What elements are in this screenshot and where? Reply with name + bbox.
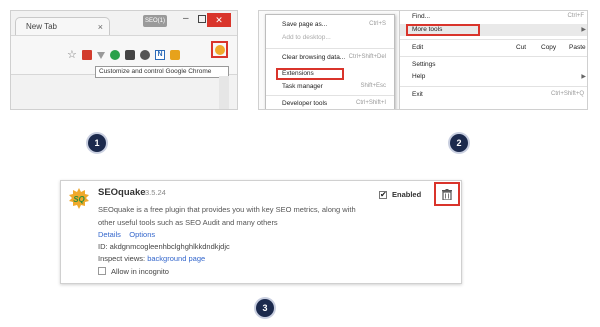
extension-icons: ☆ N — [67, 47, 180, 63]
tab-title: New Tab — [26, 22, 57, 31]
menu-item-label: Task manager — [282, 83, 323, 90]
enabled-label: Enabled — [392, 190, 422, 199]
shortcut-devtools: Ctrl+Shift+I — [355, 100, 386, 106]
menu-item-clear-browsing-data[interactable]: Clear browsing data... — [282, 54, 345, 61]
menu-item-label: Extensions — [282, 70, 314, 77]
incognito-checkbox[interactable] — [98, 267, 106, 275]
window-close-button[interactable]: ✕ — [207, 13, 231, 27]
incognito-label: Allow in incognito — [111, 267, 169, 276]
edit-label: Edit — [412, 44, 424, 51]
background-page-link[interactable]: background page — [147, 254, 205, 263]
menu-divider — [400, 39, 587, 40]
menu-item-find[interactable]: Find... Ctrl+F — [400, 13, 587, 23]
step-badge-2: 2 — [450, 134, 468, 152]
menu-item-extensions[interactable]: Extensions — [282, 70, 314, 77]
seoquake-logo-icon: SQ — [69, 188, 89, 209]
submenu-arrow-icon: ▶ — [581, 74, 586, 80]
extension-card: SQ SEOquake 3.5.24 SEOquake is a free pl… — [60, 180, 462, 284]
copy-button[interactable]: Copy — [541, 44, 556, 51]
enabled-checkbox[interactable]: ✔ — [379, 191, 387, 199]
menu-item-label: Clear browsing data... — [282, 54, 346, 61]
extension-links: Details Options — [98, 230, 155, 239]
more-tools-highlight — [406, 24, 480, 36]
menu-item-exit[interactable]: Exit Ctrl+Shift+Q — [400, 91, 587, 101]
download-icon[interactable] — [97, 51, 105, 59]
menu-item-developer-tools[interactable]: Developer tools — [282, 100, 327, 107]
tab-new-tab[interactable]: New Tab × — [15, 17, 110, 35]
chrome-toolbar-screenshot: New Tab × SEO(1) – ✕ ☆ N Customize and c… — [10, 10, 238, 110]
puzzle-extension-icon[interactable] — [170, 50, 180, 60]
shortcut-task-manager: Shift+Esc — [360, 83, 386, 89]
shortcut-clear-data: Ctrl+Shift+Del — [348, 54, 386, 60]
menu-divider — [400, 86, 587, 87]
seoquake-icon-highlight[interactable] — [211, 41, 228, 58]
tab-close-icon[interactable]: × — [98, 18, 103, 36]
submenu-arrow-icon: ▶ — [581, 27, 586, 33]
svg-text:SQ: SQ — [73, 195, 85, 204]
step-badge-3: 3 — [256, 299, 274, 317]
profile-button[interactable]: SEO(1) — [143, 15, 167, 27]
chrome-main-menu: Find... Ctrl+F More tools ▶ Edit Cut Cop… — [399, 11, 587, 109]
options-link[interactable]: Options — [129, 230, 155, 239]
details-link[interactable]: Details — [98, 230, 121, 239]
inspect-views: Inspect views: background page — [98, 254, 205, 263]
dark-extension-icon[interactable] — [140, 50, 150, 60]
menu-divider — [266, 48, 394, 49]
extension-version: 3.5.24 — [145, 188, 166, 197]
scrollbar[interactable] — [219, 76, 229, 109]
menu-item-help[interactable]: Help ▶ — [400, 73, 587, 83]
settings-label: Settings — [412, 61, 436, 68]
more-tools-submenu: Save page as... Ctrl+S Add to desktop...… — [265, 14, 395, 109]
n-extension-icon[interactable]: N — [155, 50, 165, 60]
green-extension-icon[interactable] — [110, 50, 120, 60]
seoquake-icon[interactable] — [215, 45, 225, 55]
exit-label: Exit — [412, 91, 423, 98]
extension-description: SEOquake is a free plugin that provides … — [98, 205, 356, 227]
menu-item-label: Developer tools — [282, 100, 328, 107]
trash-icon[interactable] — [442, 189, 452, 200]
shortcut-save-page: Ctrl+S — [369, 21, 386, 27]
menu-item-label: Add to desktop... — [282, 34, 331, 41]
find-label: Find... — [412, 13, 431, 20]
red-extension-icon[interactable] — [82, 50, 92, 60]
step-badge-1: 1 — [88, 134, 106, 152]
tooltip: Customize and control Google Chrome — [95, 66, 229, 78]
minimize-button[interactable]: – — [183, 13, 189, 24]
maximize-button[interactable] — [198, 15, 206, 23]
menu-item-task-manager[interactable]: Task manager — [282, 83, 323, 90]
title-bar: New Tab × SEO(1) – ✕ — [11, 11, 237, 35]
menu-divider — [400, 56, 587, 57]
find-shortcut: Ctrl+F — [567, 13, 585, 19]
menu-item-add-to-desktop[interactable]: Add to desktop... — [282, 34, 331, 41]
remove-button-highlight[interactable] — [434, 182, 460, 206]
extension-name: SEOquake — [98, 187, 146, 198]
help-label: Help — [412, 73, 426, 80]
paste-button[interactable]: Paste — [569, 44, 586, 51]
m-extension-icon[interactable] — [125, 50, 135, 60]
chrome-menu-screenshot: Save page as... Ctrl+S Add to desktop...… — [258, 10, 588, 110]
exit-shortcut: Ctrl+Shift+Q — [550, 91, 584, 97]
bookmark-star-icon[interactable]: ☆ — [67, 50, 77, 61]
extension-id: ID: akdgnmcogleenhbclghghlkkdndkjdjc — [98, 242, 230, 251]
menu-item-settings[interactable]: Settings — [400, 61, 587, 71]
inspect-views-label: Inspect views: — [98, 254, 146, 263]
menu-item-save-page[interactable]: Save page as... — [282, 21, 327, 28]
menu-row-edit: Edit Cut Copy Paste — [400, 44, 587, 56]
menu-item-label: Save page as... — [282, 21, 328, 28]
menu-divider — [266, 95, 394, 96]
cut-button[interactable]: Cut — [516, 44, 526, 51]
